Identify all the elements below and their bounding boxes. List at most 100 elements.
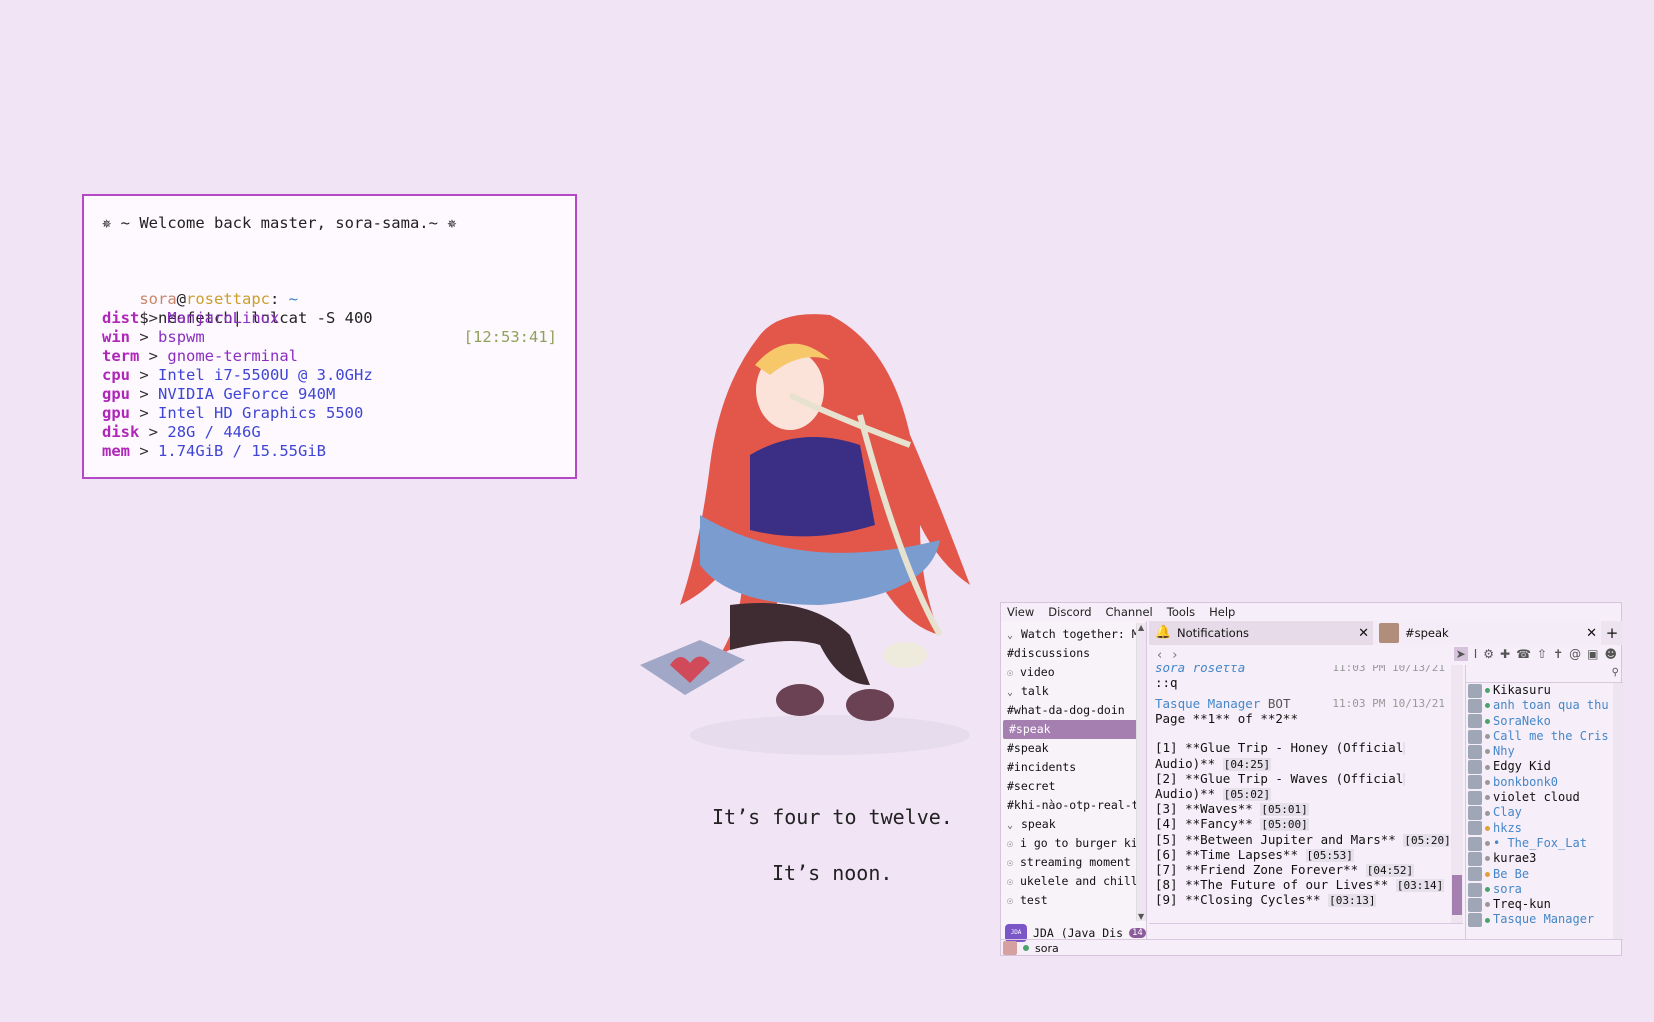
member-item[interactable]: SoraNeko xyxy=(1466,714,1623,729)
member-item[interactable]: Be Be xyxy=(1466,867,1623,882)
inbox-icon[interactable]: ▣ xyxy=(1587,647,1598,661)
sidebar-scrollbar[interactable]: ▲ ▼ xyxy=(1136,623,1146,921)
member-item[interactable]: Kikasuru xyxy=(1466,683,1623,698)
neofetch-key: disk xyxy=(102,423,140,441)
menu-help[interactable]: Help xyxy=(1209,605,1235,619)
member-name: Treq-kun xyxy=(1493,897,1551,912)
status-dot-icon xyxy=(1485,856,1490,862)
menu-discord[interactable]: Discord xyxy=(1048,605,1091,619)
sweater xyxy=(750,437,875,537)
gear-icon[interactable]: ⚙ xyxy=(1483,647,1494,661)
arrow: > xyxy=(148,347,159,365)
member-item[interactable]: anh toan qua thu xyxy=(1466,698,1623,713)
message-text: ::q xyxy=(1155,675,1178,690)
channel-discussions[interactable]: #discussions xyxy=(1001,644,1146,663)
status-dot-icon xyxy=(1485,734,1490,740)
mention-badge: 14 xyxy=(1129,928,1146,938)
queue-line: [8] **The Future of our Lives** [03:14] xyxy=(1155,877,1445,893)
mention-icon[interactable]: @ xyxy=(1569,647,1581,661)
members-icon[interactable]: ☻ xyxy=(1604,647,1617,661)
member-item[interactable]: Tasque Manager xyxy=(1466,912,1623,928)
chevron-down-icon: ⌄ xyxy=(1007,820,1014,831)
member-name: Clay xyxy=(1493,805,1522,820)
member-item[interactable]: • The_Fox_Lat xyxy=(1466,836,1623,851)
avatar xyxy=(1468,821,1482,836)
voice-channel-test[interactable]: ☉ test xyxy=(1001,891,1146,910)
menu-view[interactable]: View xyxy=(1007,605,1034,619)
member-name: Call me the Cris xyxy=(1493,728,1609,743)
menu-channel[interactable]: Channel xyxy=(1106,605,1153,619)
avatar xyxy=(1468,698,1482,713)
queue-line: [4] **Fancy** [05:00] xyxy=(1155,816,1309,832)
category-watch-together[interactable]: ⌄ Watch together: MC xyxy=(1001,625,1146,644)
member-item[interactable]: Treq-kun xyxy=(1466,897,1623,912)
member-search[interactable]: ⚲ xyxy=(1466,665,1623,683)
avatar xyxy=(1468,683,1482,698)
scroll-down-icon[interactable]: ▼ xyxy=(1138,912,1144,921)
floor-shadow xyxy=(690,715,970,755)
channel-khi-nao-otp[interactable]: #khi-nào-otp-real-th xyxy=(1001,796,1146,815)
tab-speak[interactable]: #speak ✕ xyxy=(1373,621,1601,645)
back-icon[interactable]: ‹ xyxy=(1157,648,1162,663)
message-author[interactable]: sora rosetta xyxy=(1155,665,1245,675)
status-dot-icon xyxy=(1485,703,1490,709)
plus-icon[interactable]: ✚ xyxy=(1500,647,1510,661)
discord-client-window[interactable]: View Discord Channel Tools Help ⌄ Watch t… xyxy=(1000,602,1623,956)
category-talk[interactable]: ⌄ talk xyxy=(1001,682,1146,701)
channel-speak[interactable]: #speak xyxy=(1001,739,1146,758)
member-item[interactable]: Edgy Kid xyxy=(1466,759,1623,775)
member-scrollbar[interactable] xyxy=(1613,683,1623,939)
forward-icon[interactable]: › xyxy=(1172,648,1177,663)
queue-line: [9] **Closing Cycles** [03:13] xyxy=(1155,892,1377,908)
phone-icon[interactable]: ☎ xyxy=(1516,647,1531,661)
neofetch-value: 1.74GiB / 15.55GiB xyxy=(158,442,327,460)
terminal-window[interactable]: ✵ ~ Welcome back master, sora-sama.~ ✵ s… xyxy=(82,194,577,479)
category-speak[interactable]: ⌄ speak xyxy=(1001,815,1146,834)
member-item[interactable]: Nhy xyxy=(1466,744,1623,759)
member-item[interactable]: Clay xyxy=(1466,805,1623,821)
voice-channel-video[interactable]: ☉ video xyxy=(1001,663,1146,682)
member-item[interactable]: bonkbonk0 xyxy=(1466,775,1623,790)
menu-tools[interactable]: Tools xyxy=(1167,605,1195,619)
new-tab-button[interactable]: + xyxy=(1601,621,1623,645)
message-author[interactable]: Tasque Manager xyxy=(1155,696,1260,711)
close-icon[interactable]: ✕ xyxy=(1358,626,1369,641)
voice-channel-burger-king[interactable]: ☉ i go to burger kin xyxy=(1001,834,1146,853)
scroll-up-icon[interactable]: ▲ xyxy=(1138,623,1144,632)
close-icon[interactable]: ✕ xyxy=(1586,626,1597,641)
channel-incidents[interactable]: #incidents xyxy=(1001,758,1146,777)
member-item[interactable]: kurae3 xyxy=(1466,851,1623,866)
member-item[interactable]: hkzs xyxy=(1466,821,1623,836)
member-item[interactable]: sora xyxy=(1466,882,1623,897)
arrow: > xyxy=(148,309,159,327)
message-composer[interactable] xyxy=(1149,923,1463,939)
search-icon: ⚲ xyxy=(1611,667,1619,678)
online-status-icon xyxy=(1023,945,1029,951)
prompt-host: rosettapc xyxy=(186,290,270,308)
upload-icon[interactable]: ⇧ xyxy=(1537,647,1547,661)
status-dot-icon xyxy=(1485,795,1490,801)
caption-line2: It’s noon. xyxy=(772,861,893,885)
avatar xyxy=(1468,913,1482,928)
pointer-icon[interactable]: ➤ xyxy=(1453,647,1468,661)
tab-bar: 🔔 Notifications ✕ #speak ✕ + xyxy=(1149,621,1623,645)
channel-speak-selected[interactable]: #speak xyxy=(1003,720,1138,739)
scroll-thumb[interactable] xyxy=(1452,875,1462,915)
message-scrollbar[interactable] xyxy=(1451,665,1463,923)
text-cursor-icon[interactable]: I xyxy=(1474,647,1478,661)
member-rows: Kikasuru anh toan qua thu SoraNeko Call me … xyxy=(1466,683,1623,928)
channel-what-da-dog-doin[interactable]: #what-da-dog-doin xyxy=(1001,701,1146,720)
member-item[interactable]: Call me the Cris xyxy=(1466,729,1623,744)
avatar[interactable] xyxy=(1003,941,1017,955)
anime-girl-illustration xyxy=(640,314,970,755)
neofetch-value: NVIDIA GeForce 940M xyxy=(158,385,336,403)
voice-channel-streaming-moment[interactable]: ☉ streaming moment xyxy=(1001,853,1146,872)
member-item[interactable]: violet cloud xyxy=(1466,790,1623,805)
queue-line: [5] **Between Jupiter and Mars** [05:20] xyxy=(1155,832,1449,847)
member-name: Be Be xyxy=(1493,866,1530,881)
pin-icon[interactable]: ✝ xyxy=(1553,647,1563,661)
bot-tag: BOT xyxy=(1267,696,1291,712)
voice-channel-ukelele[interactable]: ☉ ukelele and chill xyxy=(1001,872,1146,891)
channel-secret[interactable]: #secret xyxy=(1001,777,1146,796)
tab-notifications[interactable]: 🔔 Notifications ✕ xyxy=(1149,621,1373,645)
